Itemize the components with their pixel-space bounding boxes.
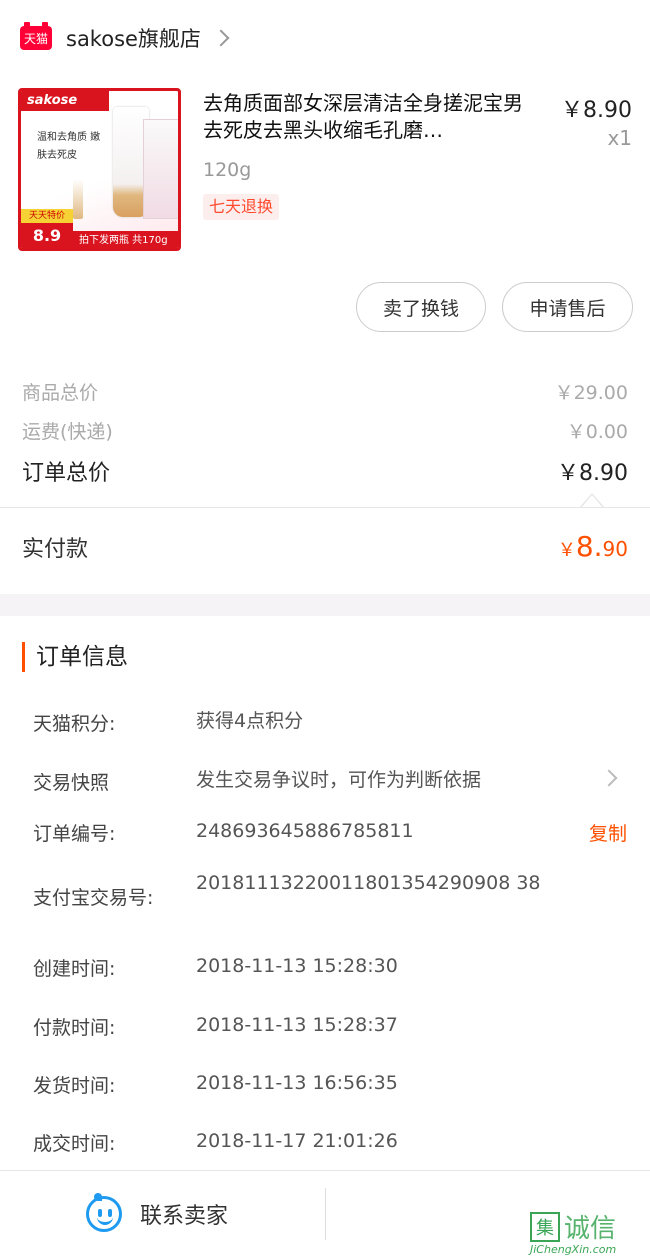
pointer-arrow: [580, 493, 604, 508]
alipay-label: 支付宝交易号:: [33, 887, 154, 909]
thumb-deal: 天天特价 8.9: [21, 209, 73, 248]
paid-decimal: 90: [602, 537, 628, 561]
order-total-label: 订单总价: [22, 461, 111, 486]
shipping-value: ￥0.00: [566, 421, 628, 443]
store-name[interactable]: sakose旗舰店: [66, 23, 201, 53]
contact-seller-button[interactable]: 联系卖家: [86, 1193, 229, 1232]
thumb-box: [143, 119, 178, 219]
paid-row: 实付款 ￥8.90: [22, 530, 628, 563]
shipping-label: 运费(快递): [22, 421, 113, 443]
order-number-label: 订单编号:: [33, 823, 116, 845]
watermark-text: 诚信: [564, 1214, 617, 1244]
paid-currency: ￥: [557, 540, 576, 561]
thumb-brand: sakose: [21, 91, 109, 111]
thumb-small-tube: [73, 179, 83, 219]
thumb-deal-price: 8.9: [32, 226, 62, 245]
goods-total-row: 商品总价 ￥29.00: [22, 378, 628, 405]
order-info-title: 订单信息: [22, 642, 128, 672]
bottom-divider: [0, 1170, 650, 1171]
order-number-value: 248693645886785811: [196, 820, 414, 842]
watermark: 集 诚信: [530, 1208, 616, 1245]
thumb-deal-label: 天天特价: [21, 209, 73, 223]
watermark-box: 集: [530, 1211, 560, 1242]
section-separator: [0, 594, 650, 616]
watermark-subtitle: JiChengXin.com: [530, 1243, 617, 1256]
snapshot-value: 发生交易争议时，可作为判断依据: [196, 769, 482, 791]
alipay-value: 20181113220011801354290908 38: [196, 872, 541, 894]
goods-total-label: 商品总价: [22, 382, 99, 404]
paid-amount: ￥8.90: [558, 530, 628, 563]
paid-time-value: 2018-11-13 15:28:37: [196, 1014, 398, 1036]
created-time-label: 创建时间:: [33, 958, 116, 980]
after-sales-button[interactable]: 申请售后: [502, 282, 633, 332]
tmall-logo-icon: 天猫: [20, 22, 52, 50]
closed-time-label: 成交时间:: [33, 1133, 116, 1155]
store-header[interactable]: 天猫 sakose旗舰店: [0, 0, 650, 76]
thumb-bottom-text: 拍下发两瓶 共170g: [73, 231, 178, 248]
thumb-slogan: 温和去角质 嫩肤去死皮: [37, 132, 101, 161]
product-sku: 120g: [203, 159, 252, 181]
return-policy-badge: 七天退换: [203, 194, 280, 220]
shipping-row: 运费(快递) ￥0.00: [22, 417, 628, 444]
shipped-time-value: 2018-11-13 16:56:35: [196, 1072, 398, 1094]
closed-time-value: 2018-11-17 21:01:26: [196, 1130, 398, 1152]
shipped-time-label: 发货时间:: [33, 1075, 116, 1097]
product-title[interactable]: 去角质面部女深层清洁全身搓泥宝男去死皮去黑头收缩毛孔磨…: [203, 90, 533, 144]
chat-bubble-icon: [86, 1193, 122, 1232]
product-quantity: x1: [607, 126, 632, 150]
created-time-value: 2018-11-13 15:28:30: [196, 955, 398, 977]
order-total-row: 订单总价 ￥8.90: [22, 455, 628, 487]
bottom-separator: [325, 1188, 326, 1240]
order-total-value: ￥8.90: [557, 461, 628, 486]
sell-button[interactable]: 卖了换钱: [356, 282, 486, 332]
points-value: 获得4点积分: [196, 710, 304, 732]
product-thumbnail[interactable]: sakose 温和去角质 嫩肤去死皮 天天特价 8.9 拍下发两瓶 共170g: [18, 88, 181, 251]
snapshot-label: 交易快照: [33, 772, 110, 794]
product-item[interactable]: sakose 温和去角质 嫩肤去死皮 天天特价 8.9 拍下发两瓶 共170g …: [0, 76, 650, 266]
copy-button[interactable]: 复制: [589, 819, 627, 846]
goods-total-value: ￥29.00: [554, 382, 628, 404]
paid-integer: 8.: [575, 530, 603, 563]
points-label: 天猫积分:: [33, 713, 116, 735]
divider: [0, 507, 650, 508]
contact-seller-label: 联系卖家: [140, 1204, 229, 1229]
paid-label: 实付款: [22, 537, 89, 562]
paid-time-label: 付款时间:: [33, 1017, 116, 1039]
product-price: ￥8.90: [561, 98, 632, 123]
chevron-right-icon: [212, 29, 230, 47]
chevron-right-icon: [600, 769, 618, 787]
